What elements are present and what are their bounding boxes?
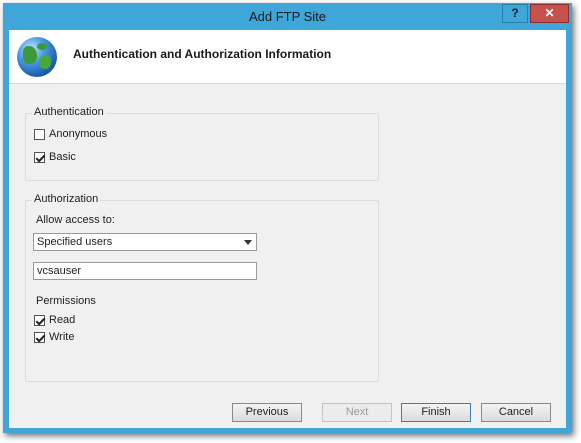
allow-access-value: Specified users <box>37 236 113 248</box>
wizard-header: Authentication and Authorization Informa… <box>9 30 566 84</box>
globe-icon <box>17 37 57 77</box>
help-button[interactable]: ? <box>502 4 528 23</box>
read-label: Read <box>49 314 76 326</box>
page-title: Authentication and Authorization Informa… <box>73 47 332 61</box>
allow-access-select[interactable]: Specified users <box>33 233 257 251</box>
write-checkbox[interactable] <box>34 332 46 343</box>
finish-button[interactable]: Finish <box>401 403 471 422</box>
write-label: Write <box>49 331 75 343</box>
authorization-legend: Authorization <box>32 193 101 205</box>
authorization-group: Authorization Allow access to: Specified… <box>25 193 379 382</box>
title-bar[interactable]: Add FTP Site ? ✕ <box>3 3 572 30</box>
checkmark-icon <box>35 152 46 163</box>
previous-button[interactable]: Previous <box>232 403 302 422</box>
permissions-label: Permissions <box>36 295 96 307</box>
authentication-group: Authentication Anonymous Basic <box>25 106 379 181</box>
add-ftp-site-dialog: Add FTP Site ? ✕ Authentication and Auth… <box>3 3 572 433</box>
chevron-down-icon[interactable] <box>244 240 252 245</box>
basic-checkbox[interactable] <box>34 152 46 163</box>
read-checkbox[interactable] <box>34 315 46 326</box>
allow-access-label: Allow access to: <box>36 214 115 226</box>
anonymous-checkbox[interactable] <box>34 129 45 140</box>
basic-label: Basic <box>49 151 76 163</box>
checkmark-icon <box>35 315 46 326</box>
users-input[interactable]: vcsauser <box>33 262 257 280</box>
users-input-value: vcsauser <box>37 265 82 277</box>
next-button[interactable]: Next <box>322 403 392 422</box>
authentication-legend: Authentication <box>32 106 106 118</box>
checkmark-icon <box>35 332 46 343</box>
anonymous-label: Anonymous <box>49 128 108 140</box>
close-button[interactable]: ✕ <box>530 4 569 23</box>
cancel-button[interactable]: Cancel <box>481 403 551 422</box>
window-title: Add FTP Site <box>248 9 327 24</box>
dialog-body: Authentication and Authorization Informa… <box>9 30 566 428</box>
